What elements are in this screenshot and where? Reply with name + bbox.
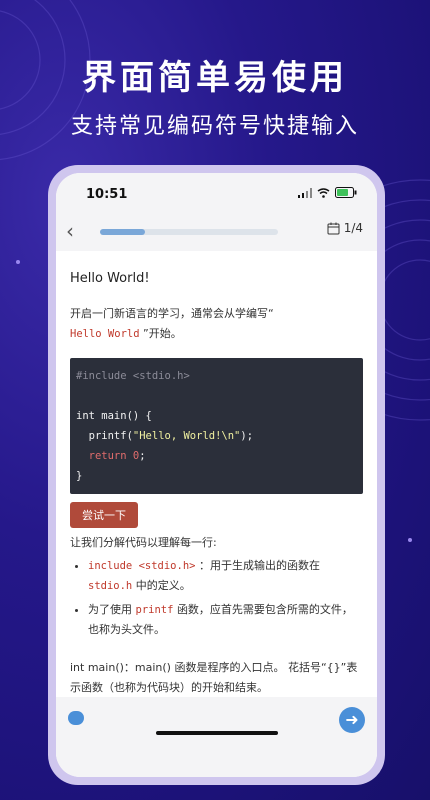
status-icons <box>298 187 357 198</box>
intro-code: Hello World <box>70 328 140 340</box>
status-bar: 10:51 <box>56 173 377 211</box>
point-1-code: include <stdio.h> <box>88 560 196 572</box>
lesson-content: Hello World! 开启一门新语言的学习，通常会从学编写“ Hello W… <box>56 251 377 697</box>
lesson-title: Hello World! <box>70 271 150 286</box>
page-counter-label: 1/4 <box>343 221 363 235</box>
code-line-main: int main() { <box>76 410 152 422</box>
point-1-text-b: 中的定义。 <box>135 579 191 592</box>
wifi-icon <box>317 187 330 198</box>
try-it-button[interactable]: 尝试一下 <box>70 502 138 528</box>
main-explain: int main()：main() 函数是程序的入口点。 花括号“{}”表示函数… <box>70 661 358 694</box>
code-line-return: return 0; <box>76 446 357 466</box>
explain-points: include <stdio.h> ：用于生成输出的函数在 stdio.h 中的… <box>70 556 363 640</box>
explain-heading: 让我们分解代码以理解每一行: <box>70 536 217 549</box>
code-line-close: } <box>76 470 83 482</box>
code-return-keyword: return <box>76 450 127 462</box>
code-block: #include <stdio.h> int main() { printf("… <box>70 358 363 494</box>
list-item: 为了使用 printf 函数，应首先需要包含所需的文件，也称为头文件。 <box>88 600 363 640</box>
intro-suffix: ”开始。 <box>143 327 182 340</box>
status-time: 10:51 <box>86 187 128 202</box>
code-printf-end: ); <box>240 430 254 442</box>
chat-icon[interactable] <box>68 711 84 725</box>
point-1-code-b: stdio.h <box>88 580 133 592</box>
lesson-nav-bar: ‹ 1/4 <box>56 211 377 251</box>
lesson-progress-bar <box>100 229 278 235</box>
chevron-left-icon[interactable]: ‹ <box>66 219 74 243</box>
point-2-text-pre: 为了使用 <box>88 603 132 616</box>
home-indicator <box>156 731 278 735</box>
list-item: include <stdio.h> ：用于生成输出的函数在 stdio.h 中的… <box>88 556 363 596</box>
code-line-printf: printf("Hello, World!\n"); <box>76 426 357 446</box>
code-printf-string: "Hello, World!\n" <box>132 430 241 442</box>
arrow-right-icon: ➜ <box>345 710 359 729</box>
code-printf-call: printf( <box>76 430 133 442</box>
page-counter[interactable]: 1/4 <box>327 221 363 235</box>
promo-headline: 界面简单易使用 <box>82 58 348 98</box>
point-1-text-a: ：用于生成输出的函数在 <box>198 559 320 572</box>
point-2-code: printf <box>135 604 174 616</box>
promo-subline: 支持常见编码符号快捷输入 <box>70 114 359 139</box>
intro-prefix: 开启一门新语言的学习，通常会从学编写“ <box>70 307 274 320</box>
phone-frame: 10:51 ‹ 1/4 Hello World! 开启一门新语言的学习，通常会从… <box>48 165 385 785</box>
code-return-end: ; <box>139 450 146 462</box>
calendar-icon <box>327 222 340 234</box>
phone-screen: 10:51 ‹ 1/4 Hello World! 开启一门新语言的学习，通常会从… <box>56 173 377 777</box>
bottom-bar: ➜ <box>56 697 377 777</box>
lesson-progress-fill <box>100 229 145 235</box>
code-return-value: 0 <box>126 450 140 462</box>
lesson-intro: 开启一门新语言的学习，通常会从学编写“ Hello World ”开始。 <box>70 304 363 344</box>
battery-icon <box>335 187 357 198</box>
signal-icon <box>298 187 312 198</box>
send-button[interactable]: ➜ <box>339 707 365 733</box>
code-line-include: #include <stdio.h> <box>76 370 190 382</box>
